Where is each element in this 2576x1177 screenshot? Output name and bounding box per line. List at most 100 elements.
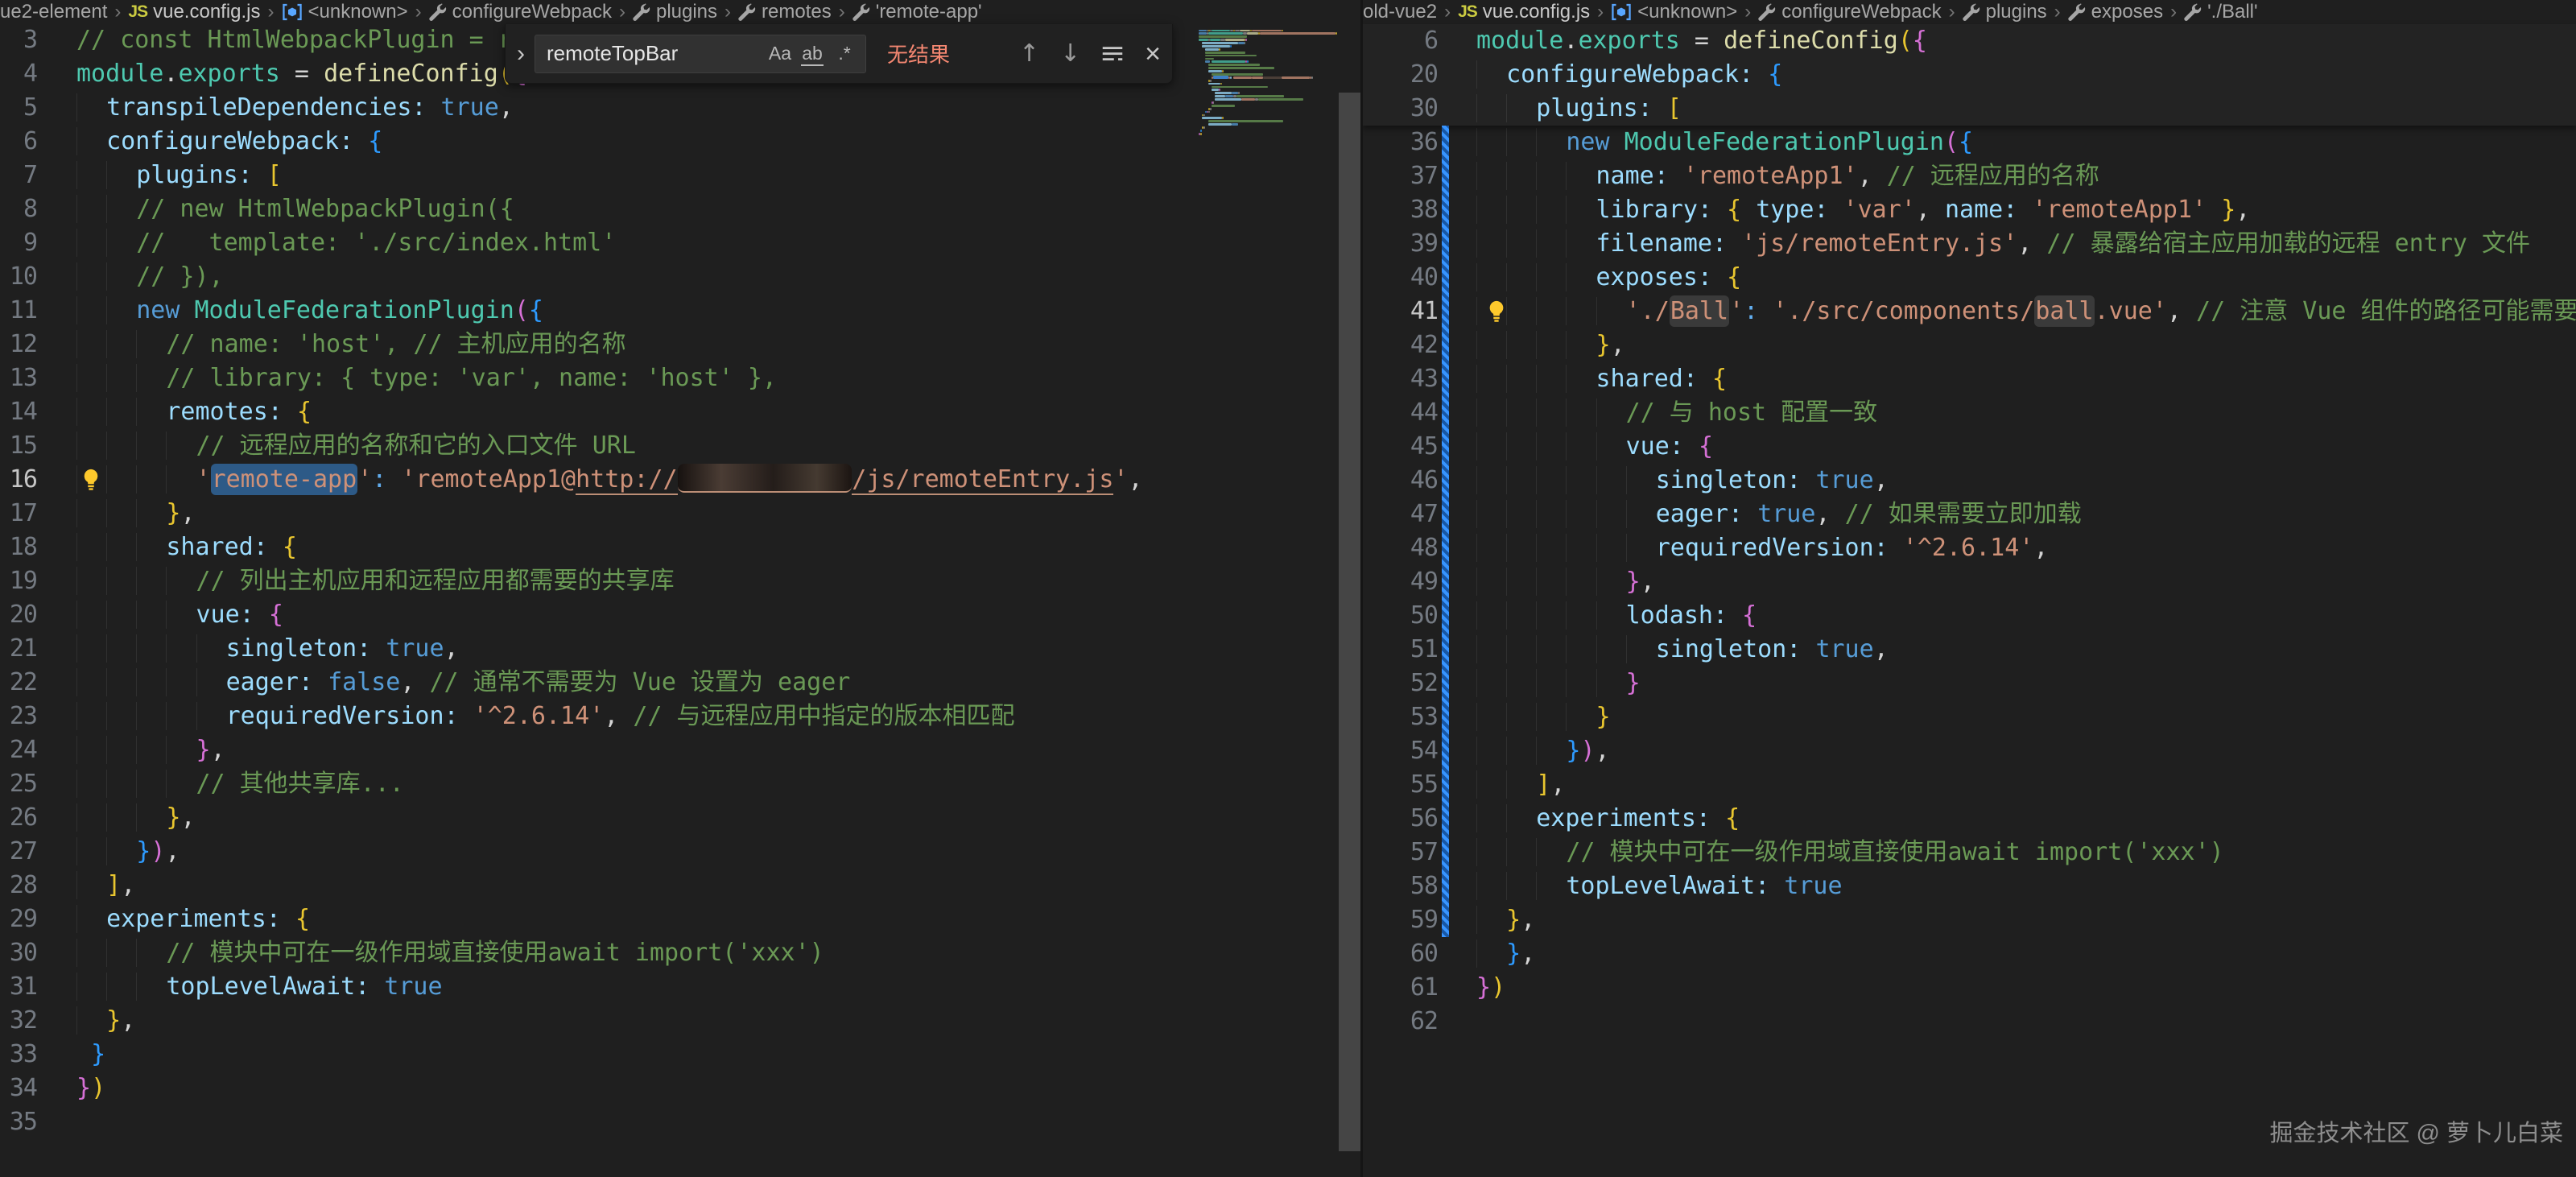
breadcrumb-item[interactable]: <unknown> xyxy=(1611,1,1737,23)
code-line[interactable]: 59 }, xyxy=(1363,903,2576,937)
code-line[interactable]: 42 }, xyxy=(1363,328,2576,362)
code-line[interactable]: 37 name: 'remoteApp1', // 远程应用的名称 xyxy=(1363,159,2576,193)
code-line[interactable]: 49 }, xyxy=(1363,565,2576,599)
code-line[interactable]: 43 shared: { xyxy=(1363,362,2576,396)
code-line[interactable]: 50 lodash: { xyxy=(1363,599,2576,633)
code-line[interactable]: 20 vue: { xyxy=(0,598,1360,632)
breadcrumb: old-vue2›JSvue.config.js›<unknown>›confi… xyxy=(1363,0,2576,24)
breadcrumb-item[interactable]: plugins xyxy=(1963,1,2047,23)
code-token: shared: xyxy=(1596,365,1713,393)
code-line[interactable]: 14 remotes: { xyxy=(0,395,1360,429)
code-line[interactable]: 47 eager: true, // 如果需要立即加载 xyxy=(1363,498,2576,531)
code-line[interactable]: 36 new ModuleFederationPlugin({ xyxy=(1363,126,2576,159)
code-line[interactable]: 22 eager: false, // 通常不需要为 Vue 设置为 eager xyxy=(0,666,1360,700)
code-line[interactable]: 26 }, xyxy=(0,801,1360,835)
code-area[interactable]: 36 new ModuleFederationPlugin({37 name: … xyxy=(1363,126,2576,1039)
code-line[interactable]: 33 } xyxy=(0,1038,1360,1072)
breadcrumb-item[interactable]: JSvue.config.js xyxy=(128,1,260,23)
code-line[interactable]: 53 } xyxy=(1363,700,2576,734)
code-line[interactable]: 11 new ModuleFederationPlugin({ xyxy=(0,294,1360,328)
code-line[interactable]: 48 requiredVersion: '^2.6.14', xyxy=(1363,531,2576,565)
breadcrumb-item[interactable]: configureWebpack xyxy=(429,1,612,23)
code-line[interactable]: 30 plugins: [ xyxy=(1363,92,2576,126)
code-line[interactable]: 5 transpileDependencies: true, xyxy=(0,91,1360,125)
code-line[interactable]: 28 ], xyxy=(0,869,1360,902)
find-next-button[interactable]: ↓ xyxy=(1060,42,1080,66)
regex-button[interactable]: .* xyxy=(828,44,861,63)
code-line[interactable]: 34}) xyxy=(0,1072,1360,1105)
line-number: 24 xyxy=(0,733,37,767)
whole-word-button[interactable]: ab xyxy=(796,44,828,63)
breadcrumb-item[interactable]: JSvue.config.js xyxy=(1458,1,1590,23)
indent-guide xyxy=(136,533,166,561)
code-line[interactable]: 39 filename: 'js/remoteEntry.js', // 暴露给… xyxy=(1363,227,2576,261)
code-line[interactable]: 32 }, xyxy=(0,1004,1360,1038)
code-line[interactable]: 46 singleton: true, xyxy=(1363,464,2576,498)
code-area[interactable]: 3// const HtmlWebpackPlugin = re4module.… xyxy=(0,23,1360,1139)
code-line[interactable]: 57 // 模块中可在一级作用域直接使用await import('xxx') xyxy=(1363,836,2576,869)
code-line[interactable]: 8 // new HtmlWebpackPlugin({ xyxy=(0,192,1360,226)
code-line[interactable]: 6 configureWebpack: { xyxy=(0,125,1360,159)
code-line[interactable]: 41 './Ball': './src/components/ball.vue'… xyxy=(1363,295,2576,328)
breadcrumb-item[interactable]: old-vue2 xyxy=(1363,1,1437,23)
code-text: singleton: true, xyxy=(1438,635,1889,663)
vertical-scrollbar[interactable] xyxy=(1339,93,1360,1151)
code-line[interactable]: 40 exposes: { xyxy=(1363,261,2576,295)
code-line[interactable]: 38 library: { type: 'var', name: 'remote… xyxy=(1363,193,2576,227)
find-in-selection-button[interactable] xyxy=(1101,43,1124,65)
code-line[interactable]: 60 }, xyxy=(1363,937,2576,971)
code-line[interactable]: 61}) xyxy=(1363,971,2576,1005)
code-token: new xyxy=(136,296,180,324)
code-line[interactable]: 51 singleton: true, xyxy=(1363,633,2576,667)
code-line[interactable]: 35 xyxy=(0,1105,1360,1139)
code-line[interactable]: 21 singleton: true, xyxy=(0,632,1360,666)
code-line[interactable]: 44 // 与 host 配置一致 xyxy=(1363,396,2576,430)
code-line[interactable]: 54 }), xyxy=(1363,734,2576,768)
lightbulb-icon[interactable] xyxy=(1484,299,1509,324)
breadcrumb-item[interactable]: 'remote-app' xyxy=(852,1,982,23)
code-line[interactable]: 56 experiments: { xyxy=(1363,802,2576,836)
sticky-scroll[interactable]: 6module.exports = defineConfig({20 confi… xyxy=(1363,24,2576,126)
code-line[interactable]: 13 // library: { type: 'var', name: 'hos… xyxy=(0,361,1360,395)
find-previous-button[interactable]: ↑ xyxy=(1019,42,1039,66)
code-line[interactable]: 29 experiments: { xyxy=(0,902,1360,936)
code-line[interactable]: 10 // }), xyxy=(0,260,1360,294)
code-line[interactable]: 27 }), xyxy=(0,835,1360,869)
code-line[interactable]: 9 // template: './src/index.html' xyxy=(0,226,1360,260)
breadcrumb-item[interactable]: exposes xyxy=(2068,1,2163,23)
code-line[interactable]: 17 }, xyxy=(0,497,1360,531)
breadcrumb-item[interactable]: <unknown> xyxy=(282,1,408,23)
breadcrumb-item[interactable]: configureWebpack xyxy=(1758,1,1941,23)
code-line[interactable]: 52 } xyxy=(1363,667,2576,700)
match-case-button[interactable]: Aa xyxy=(764,44,796,63)
lightbulb-icon[interactable] xyxy=(79,468,103,492)
code-line[interactable]: 7 plugins: [ xyxy=(0,159,1360,192)
breadcrumb-item[interactable]: plugins xyxy=(633,1,717,23)
breadcrumb-item[interactable]: './Ball' xyxy=(2184,1,2258,23)
code-line[interactable]: 23 requiredVersion: '^2.6.14', // 与远程应用中… xyxy=(0,700,1360,733)
code-line[interactable]: 45 vue: { xyxy=(1363,430,2576,464)
code-line[interactable]: 18 shared: { xyxy=(0,531,1360,564)
code-token: // 列出主机应用和远程应用都需要的共享库 xyxy=(196,567,675,595)
code-line[interactable]: 16 'remote-app': 'remoteApp1@http:///js/… xyxy=(0,463,1360,497)
code-line[interactable]: 30 // 模块中可在一级作用域直接使用await import('xxx') xyxy=(0,936,1360,970)
code-line[interactable]: 55 ], xyxy=(1363,768,2576,802)
chevron-right-icon: › xyxy=(1949,1,1955,23)
code-line[interactable]: 62 xyxy=(1363,1005,2576,1039)
breadcrumb-item[interactable]: remotes xyxy=(738,1,832,23)
find-input[interactable] xyxy=(545,40,764,67)
toggle-replace-icon[interactable]: › xyxy=(517,42,525,66)
code-line[interactable]: 58 topLevelAwait: true xyxy=(1363,869,2576,903)
code-line[interactable]: 6module.exports = defineConfig({ xyxy=(1363,24,2576,58)
code-line[interactable]: 24 }, xyxy=(0,733,1360,767)
code-line[interactable]: 20 configureWebpack: { xyxy=(1363,58,2576,92)
code-line[interactable]: 25 // 其他共享库... xyxy=(0,767,1360,801)
code-line[interactable]: 15 // 远程应用的名称和它的入口文件 URL xyxy=(0,429,1360,463)
code-line[interactable]: 31 topLevelAwait: true xyxy=(0,970,1360,1004)
close-icon[interactable]: × xyxy=(1145,40,1161,68)
code-line[interactable]: 19 // 列出主机应用和远程应用都需要的共享库 xyxy=(0,564,1360,598)
code-text: // }), xyxy=(37,262,224,291)
minimap[interactable] xyxy=(1199,29,1340,146)
code-line[interactable]: 12 // name: 'host', // 主机应用的名称 xyxy=(0,328,1360,361)
breadcrumb-item[interactable]: ue2-element xyxy=(0,1,107,23)
